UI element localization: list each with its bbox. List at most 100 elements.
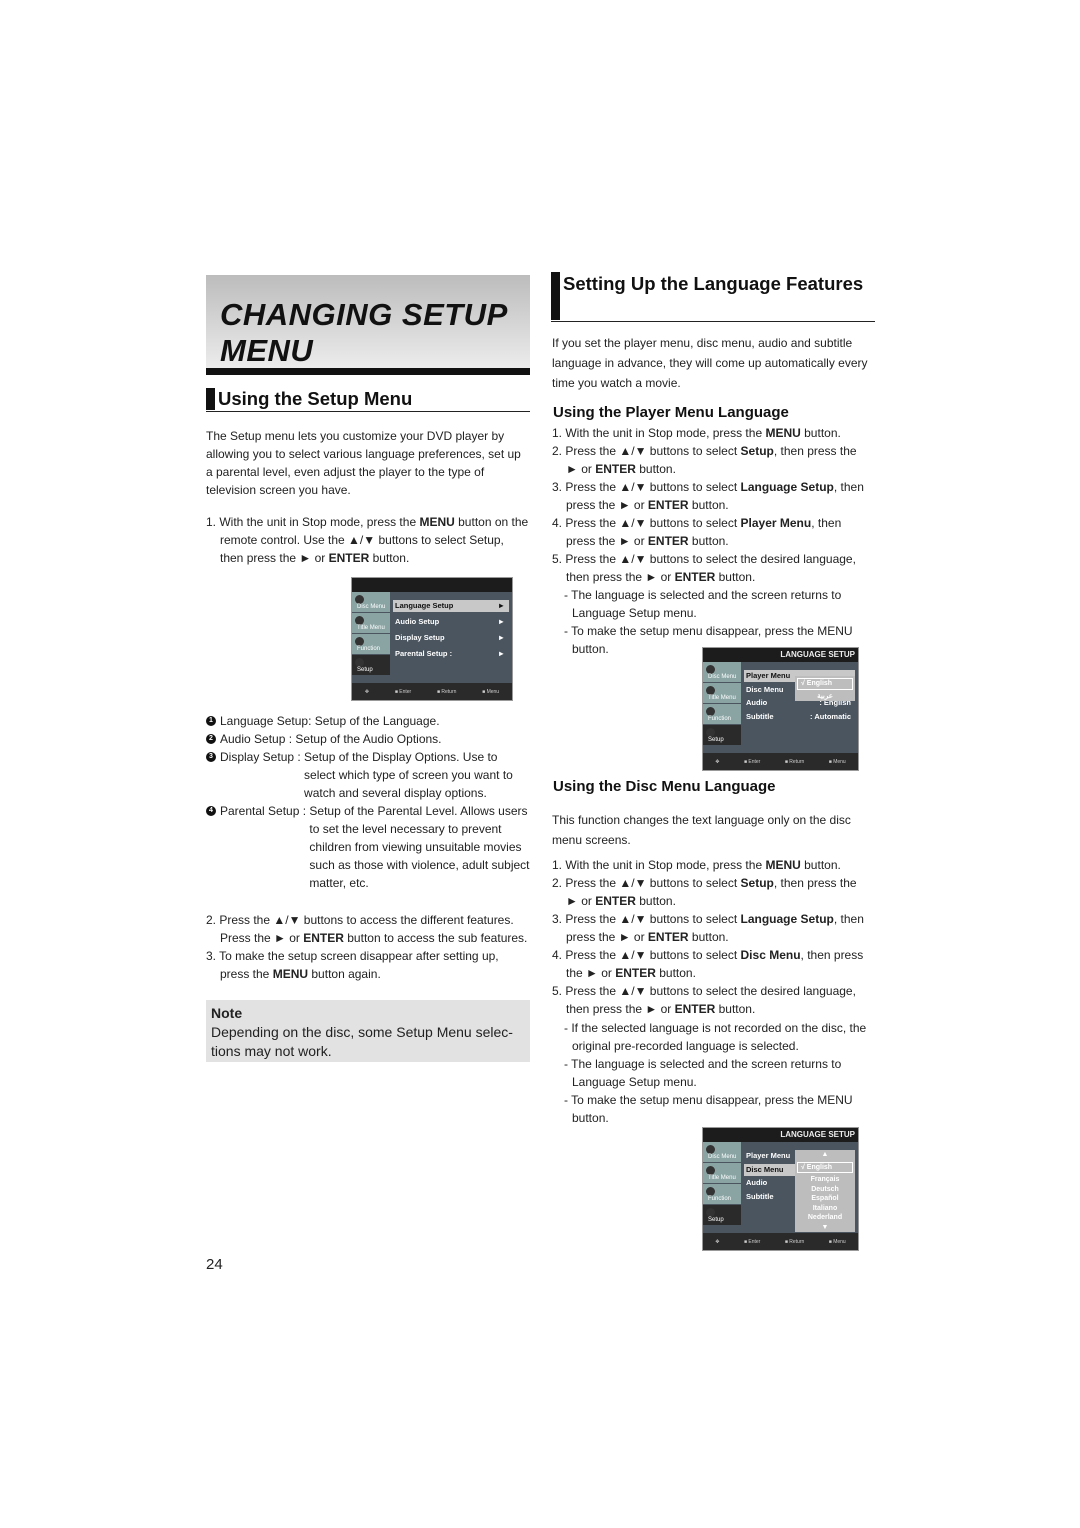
note-text: Depending on the disc, some Setup Menu s…: [211, 1024, 513, 1059]
legend-item: 3 Display Setup : Setup of the Display Op…: [206, 748, 530, 802]
screen-row: Language Setup ►: [393, 600, 509, 612]
row-label: Language Setup: [395, 601, 454, 610]
note-item: - To make the setup menu disappear, pres…: [564, 1093, 853, 1125]
bold-term: ENTER: [303, 931, 344, 945]
screen-tab-setup: Setup: [703, 1205, 741, 1226]
language-popup: √ English عربية: [795, 676, 855, 701]
text-run: 1. With the unit in Stop mode, press the: [206, 515, 420, 529]
popup-option: √ English: [797, 678, 853, 690]
disc-menu-notes: - If the selected language is not record…: [552, 1019, 870, 1127]
player-menu-heading: Using the Player Menu Language: [553, 404, 789, 421]
popup-option: √ English: [797, 1161, 853, 1173]
footer-hint: ■ Return: [784, 1238, 805, 1245]
tab-label: Disc Menu: [708, 674, 737, 680]
step-item: 4. Press the ▲/▼ buttons to select Disc …: [552, 946, 870, 982]
disc-icon: [355, 616, 364, 625]
text-run: button.: [800, 426, 841, 440]
row-value: ►: [497, 649, 505, 658]
note-item: - The language is selected and the scree…: [564, 1057, 842, 1089]
row-label: Subtitle: [746, 711, 774, 721]
footer-hint: ■ Menu: [482, 688, 500, 695]
page-number: 24: [206, 1256, 223, 1273]
tab-label: Setup: [357, 667, 373, 673]
row-label: Disc Menu: [746, 1164, 784, 1174]
text-run: 3. Press the ▲/▼ buttons to select: [552, 480, 741, 494]
section-heading-language: Setting Up the Language Features: [551, 272, 875, 322]
section-heading-setup-menu: Using the Setup Menu: [206, 388, 530, 412]
text-run: 3. Press the ▲/▼ buttons to select: [552, 912, 741, 926]
text-run: 4. Press the ▲/▼ buttons to select: [552, 516, 741, 530]
disc-menu-intro: This function changes the text language …: [552, 813, 851, 847]
bold-term: ENTER: [647, 930, 689, 944]
screen-tab-setup: Setup: [703, 725, 741, 746]
disc-icon: [706, 707, 715, 716]
popup-option: Italiano: [812, 1204, 838, 1212]
footer-hint: ■ Menu: [828, 1238, 846, 1245]
popup-option: ▼: [821, 1223, 829, 1231]
legend-desc: Setup of the Language.: [314, 714, 440, 728]
screen-tab-disc-menu: Disc Menu: [352, 592, 390, 613]
navigation-arrows-icon: ✥: [364, 688, 370, 695]
disc-icon: [706, 1145, 715, 1154]
text-run: button to access the sub features.: [343, 931, 528, 945]
screen-row: Display Setup ►: [393, 632, 509, 644]
gear-icon: [706, 1208, 715, 1217]
setup-menu-screenshot: Disc Menu Title Menu Function Setup Language…: [351, 577, 513, 701]
text-run: 1. With the unit in Stop mode, press the: [552, 858, 766, 872]
text-run: button.: [688, 534, 729, 548]
setup-step-1: 1. With the unit in Stop mode, press the…: [206, 513, 530, 567]
navigation-arrows-icon: ✥: [715, 758, 720, 765]
text-run: 2. Press the ▲/▼ buttons to select: [552, 444, 741, 458]
number-bullet-icon: 4: [206, 806, 216, 816]
row-label: Player Menu: [746, 671, 791, 680]
screen-tab-setup: Setup: [352, 655, 390, 676]
bold-term: MENU: [765, 426, 801, 440]
setup-intro: The Setup menu lets you customize your D…: [206, 429, 521, 497]
bold-term: ENTER: [647, 498, 689, 512]
row-label: Parental Setup :: [395, 649, 453, 658]
bold-term: MENU: [419, 515, 455, 529]
player-menu-steps: 1. With the unit in Stop mode, press the…: [552, 424, 870, 586]
legend-item: 4 Parental Setup : Setup of the Parental …: [206, 802, 530, 892]
disc-icon: [355, 595, 364, 604]
screen-tab-function: Function: [703, 1184, 741, 1205]
text-run: button.: [688, 930, 729, 944]
screen-tab-function: Function: [703, 704, 741, 725]
tab-label: Title Menu: [708, 695, 736, 701]
text-run: button.: [655, 966, 696, 980]
step-item: 2. Press the ▲/▼ buttons to select Setup…: [552, 442, 870, 478]
title-line-2: MENU: [220, 333, 314, 368]
screen-sidebar: Disc Menu Title Menu Function Setup: [352, 592, 390, 676]
legend-item: 2 Audio Setup : Setup of the Audio Option…: [206, 730, 530, 748]
bold-term: ENTER: [595, 894, 636, 908]
legend-label: Parental Setup :: [220, 804, 310, 818]
row-label: Audio: [746, 1178, 768, 1187]
screen-title: LANGUAGE SETUP: [703, 648, 858, 662]
disc-icon: [706, 665, 715, 674]
disc-icon: [355, 637, 364, 646]
tab-label: Setup: [708, 1217, 724, 1223]
text-run: 1. With the unit in Stop mode, press the: [552, 426, 766, 440]
text-run: button.: [635, 894, 676, 908]
title-line-1: CHANGING SETUP: [220, 297, 508, 332]
screen-row: Audio Setup ►: [393, 616, 509, 628]
step-item: 4. Press the ▲/▼ buttons to select Playe…: [552, 514, 870, 550]
popup-option: Nederland: [807, 1214, 843, 1221]
bold-term: Disc Menu: [740, 948, 801, 962]
tab-label: Title Menu: [357, 625, 385, 631]
popup-option: ▲: [821, 1151, 829, 1158]
text-run: button.: [800, 858, 841, 872]
step-item: 2. Press the ▲/▼ buttons to access the d…: [206, 911, 530, 947]
footer-hint: ■ Return: [784, 758, 805, 765]
row-label: Disc Menu: [746, 684, 784, 694]
tab-label: Function: [708, 1196, 732, 1202]
text-run: button.: [715, 570, 756, 584]
popup-option: عربية: [817, 692, 833, 700]
popup-option: Deutsch: [811, 1185, 839, 1193]
text-run: button.: [369, 551, 410, 565]
screen-title: LANGUAGE SETUP: [703, 1128, 858, 1142]
navigation-arrows-icon: ✥: [715, 1238, 720, 1245]
legend-desc: Setup of the Display Options. Use to sel…: [304, 750, 513, 800]
setup-legend: 1 Language Setup: Setup of the Language. 2…: [206, 712, 530, 892]
legend-label: Audio Setup :: [220, 732, 296, 746]
